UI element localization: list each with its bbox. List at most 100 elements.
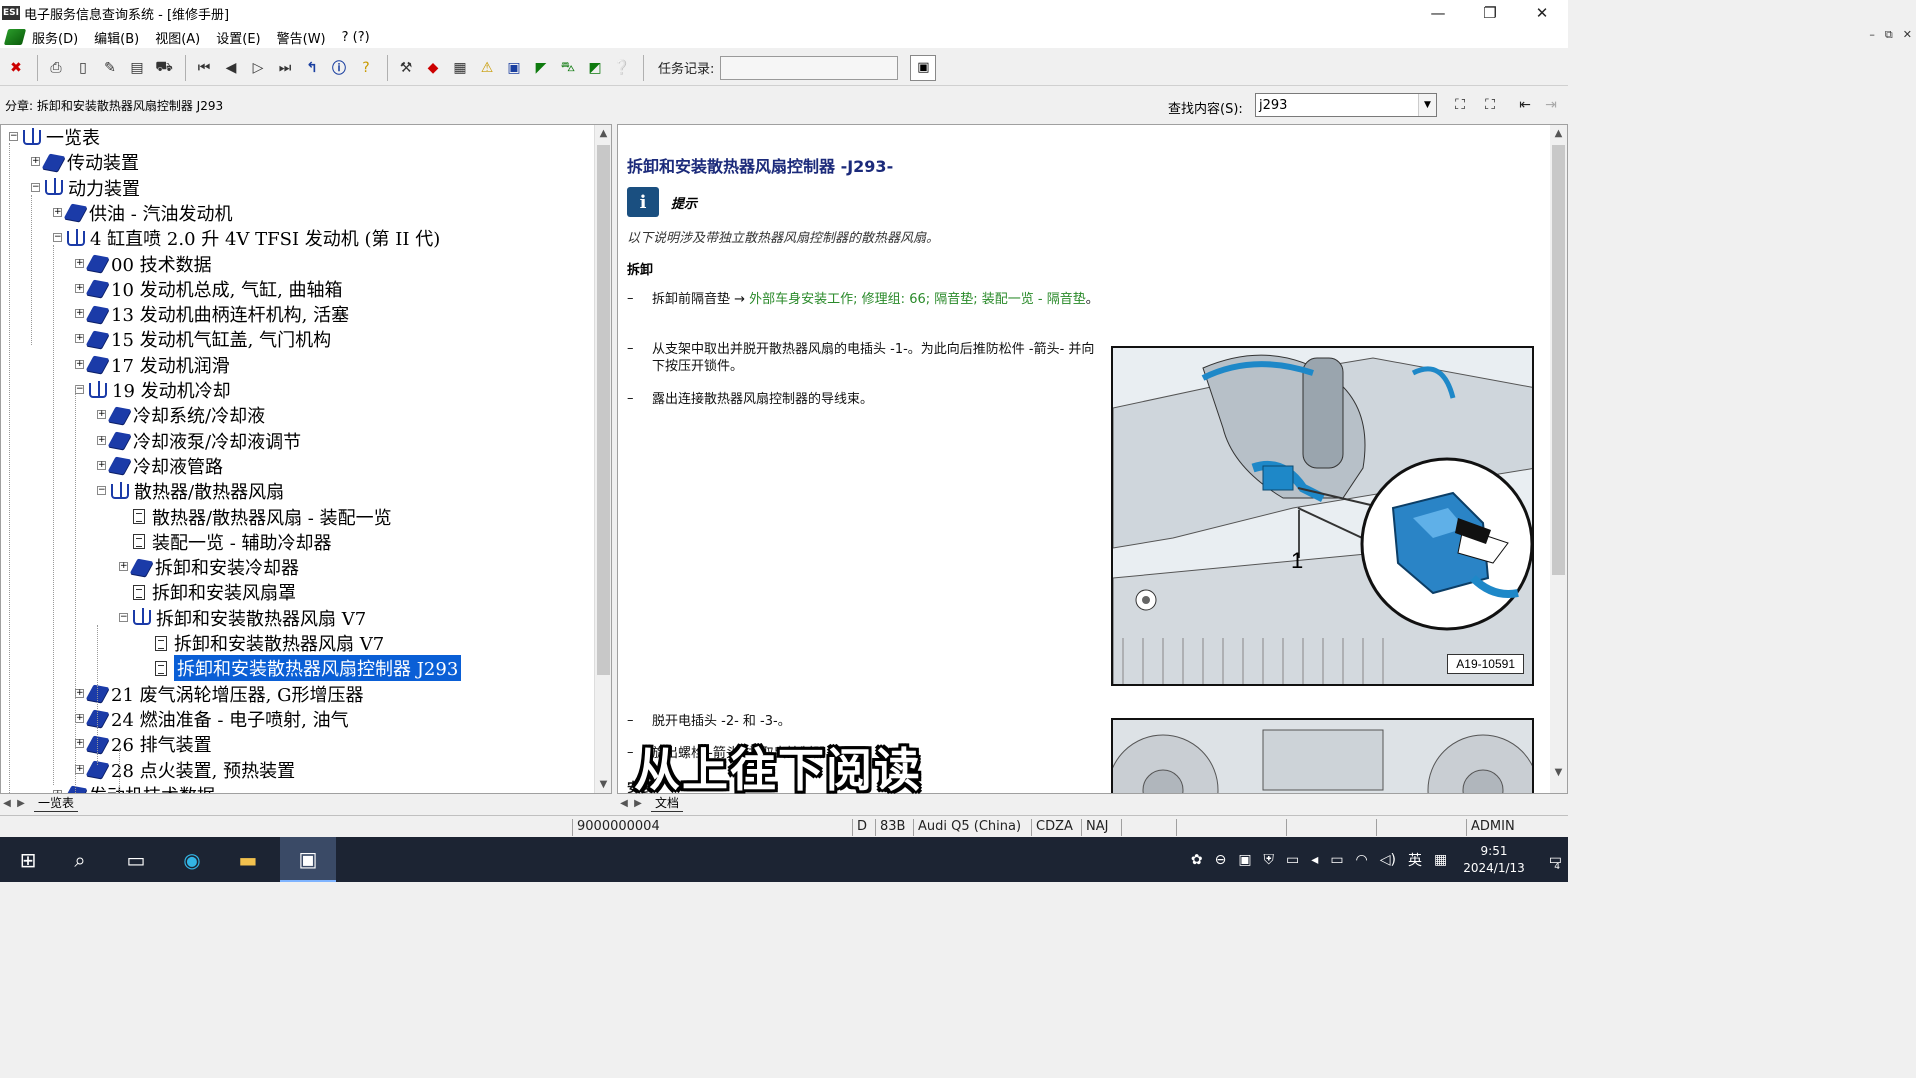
tree-node[interactable]: + 供油 - 汽油发动机 [53,201,233,225]
chevron-down-icon[interactable]: ▼ [1418,94,1436,116]
car-icon[interactable]: ⛍ [556,55,580,81]
mdi-minimize-button[interactable]: – [1869,28,1875,42]
expand-icon[interactable]: + [53,789,62,793]
edit-document-icon[interactable]: ✎ [98,55,122,81]
notification-icon[interactable]: ▭ 4 [1549,852,1562,872]
menu-help[interactable]: ? (?) [342,30,370,45]
search-icon[interactable]: ⌕ [52,837,108,882]
collapse-icon[interactable]: − [9,132,18,141]
expand-icon[interactable]: + [119,562,128,572]
tree-node[interactable]: + 冷却系统/冷却液 [97,403,265,427]
scroll-up-icon[interactable]: ▲ [1550,125,1567,142]
tree-node[interactable]: − 一览表 [9,125,100,149]
tree-node[interactable]: + 冷却液管路 [97,454,223,478]
warning-icon[interactable]: ⚠ [475,55,499,81]
tab-next-icon[interactable]: ▶ [14,798,28,809]
file-explorer-icon[interactable]: ▬ [220,837,276,882]
task-view-icon[interactable]: ▭ [108,837,164,882]
next-icon[interactable]: ▷ [246,55,270,81]
tree-node[interactable]: + 拆卸和安装冷却器 [119,555,299,579]
scroll-thumb[interactable] [1552,145,1565,575]
tree-node[interactable]: 装配一览 - 辅助冷却器 [133,530,332,554]
tray-vpn-icon[interactable]: ⊖ [1215,852,1227,868]
tree-node[interactable]: 散热器/散热器风扇 - 装配一览 [133,505,392,529]
ime-indicator[interactable]: 英 [1408,850,1422,870]
first-page-icon[interactable]: ⏮ [192,55,216,81]
battery-icon[interactable]: ▭ [1330,852,1343,868]
tree-node[interactable]: − 4 缸直喷 2.0 升 4V TFSI 发动机 (第 II 代) [53,226,440,250]
mdi-close-button[interactable]: ✕ [1903,28,1912,42]
tree-node[interactable]: +15 发动机气缸盖, 气门机构 [75,327,331,351]
exit-icon[interactable]: ✖ [4,55,28,81]
edge-browser-icon[interactable]: ◉ [164,837,220,882]
expand-icon[interactable]: + [75,309,84,319]
tray-cloud-icon[interactable]: ▣ [1238,852,1251,868]
minimize-button[interactable]: — [1412,0,1464,26]
expand-icon[interactable]: + [75,258,84,268]
menu-service[interactable]: 服务(D) [32,28,78,47]
tools-icon[interactable]: ⚒ [394,55,418,81]
expand-icon[interactable]: + [97,460,106,470]
tree-node[interactable]: +13 发动机曲柄连杆机构, 活塞 [75,302,349,326]
expand-icon[interactable]: + [75,334,84,344]
start-icon[interactable]: ⊞ [0,837,56,882]
collapse-icon[interactable]: − [119,612,128,622]
collapse-left-icon[interactable]: ⇤ [1512,92,1538,118]
book-edit-icon[interactable]: ◩ [583,55,607,81]
previous-icon[interactable]: ◀ [219,55,243,81]
scroll-down-icon[interactable]: ▼ [595,776,611,793]
keyboard-icon[interactable]: ▦ [1434,852,1447,868]
collapse-icon[interactable]: − [31,182,40,192]
expand-icon[interactable]: + [75,764,84,774]
tree-node[interactable]: + 发动机技术数据 [53,783,215,793]
tree-node[interactable]: +26 排气装置 [75,732,212,756]
tree-node[interactable]: +17 发动机润滑 [75,353,230,377]
scroll-thumb[interactable] [597,145,610,675]
expand-icon[interactable]: + [53,207,62,217]
back-link-icon[interactable]: ↰ [300,55,324,81]
collapse-icon[interactable]: − [97,486,106,496]
menu-warnings[interactable]: 警告(W) [277,28,326,47]
info-icon[interactable]: ⓘ [327,55,351,81]
clock[interactable]: 9:51 2024/1/13 [1463,843,1525,877]
new-document-icon[interactable]: ▯ [71,55,95,81]
list-icon[interactable]: ▦ [448,55,472,81]
expand-icon[interactable]: + [97,435,106,445]
menu-view[interactable]: 视图(A) [155,28,200,47]
note-help-icon[interactable]: ❔ [610,55,634,81]
tray-display-icon[interactable]: ▭ [1286,852,1299,868]
expand-icon[interactable]: + [97,410,106,420]
document-scrollbar[interactable]: ▲ ▼ [1550,125,1567,793]
tree-node[interactable]: +21 废气涡轮增压器, G形增压器 [75,682,363,706]
tray-shield-icon[interactable]: ⛨ [1264,852,1275,868]
cross-reference-link[interactable]: 外部车身安装工作; 修理组: 66; 隔音垫; 装配一览 - 隔音垫 [749,292,1086,307]
tree-node[interactable]: +10 发动机总成, 气缸, 曲轴箱 [75,277,343,301]
vehicle-icon[interactable]: ⛟ [152,55,176,81]
mdi-restore-button[interactable]: ⧉ [1885,28,1893,42]
collapse-icon[interactable]: − [53,233,62,243]
manual-icon[interactable]: ◤ [529,55,553,81]
tree-scrollbar[interactable]: ▲ ▼ [594,125,611,793]
tray-app-icon[interactable]: ✿ [1191,852,1203,868]
volume-icon[interactable]: ◁) [1380,852,1396,868]
esi-app-taskbar-icon[interactable]: ▣ [280,837,336,882]
tree-node[interactable]: + 传动装置 [31,150,139,174]
tab-overview[interactable]: 一览表 [34,794,79,812]
tree-node[interactable]: +00 技术数据 [75,252,212,276]
wifi-icon[interactable]: ◠ [1356,852,1368,868]
expand-icon[interactable]: + [75,688,84,698]
tree-node[interactable]: − 散热器/散热器风扇 [97,479,284,503]
last-page-icon[interactable]: ⏭ [273,55,297,81]
tree-node[interactable]: 拆卸和安装散热器风扇控制器 J293 [155,654,463,683]
task-record-input[interactable] [720,55,899,80]
task-record-button[interactable]: ▣ [910,54,937,81]
expand-icon[interactable]: + [75,359,84,369]
tree-node[interactable]: 拆卸和安装散热器风扇 V7 [155,631,384,655]
tree-node[interactable]: − 19 发动机冷却 [75,378,231,402]
scroll-down-icon[interactable]: ▼ [1550,764,1567,781]
find-icon[interactable]: ⛶ [1447,92,1473,118]
tab-prev-icon[interactable]: ◀ [0,798,14,809]
expand-right-icon[interactable]: ⇥ [1538,92,1564,118]
tab-prev-icon[interactable]: ◀ [617,798,631,809]
parts-icon[interactable]: ◆ [421,55,445,81]
